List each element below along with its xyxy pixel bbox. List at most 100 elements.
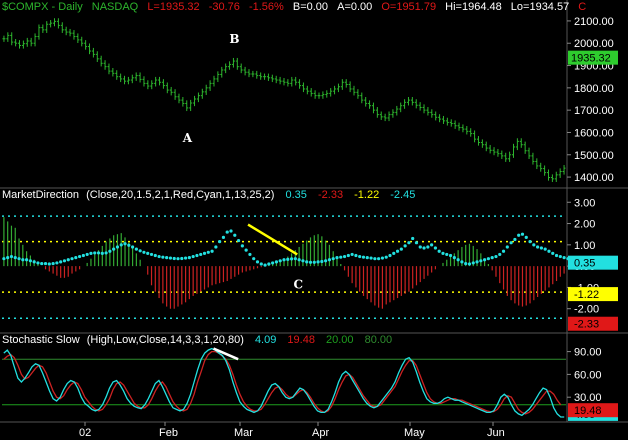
price-bar — [496, 148, 500, 157]
md-dot — [6, 256, 10, 260]
md-dot — [430, 243, 434, 247]
x-axis-label: Mar — [234, 427, 253, 439]
md-dot — [418, 245, 422, 249]
md-dot — [554, 253, 559, 258]
md-params: (Close,20,1.5,2,1,Red,Cyan,1,13,25,2) — [86, 189, 275, 201]
md-dot — [89, 251, 93, 255]
md-dot — [127, 243, 131, 247]
md-dot — [467, 262, 472, 266]
price-bar — [558, 168, 562, 178]
price-bar — [21, 40, 25, 49]
md-dot — [183, 256, 188, 260]
price-bar — [88, 43, 92, 55]
price-bar — [270, 74, 274, 83]
price-bar — [204, 84, 208, 95]
annotation-c: C — [293, 277, 303, 291]
md-dot — [77, 254, 82, 259]
md-dot — [369, 256, 373, 260]
md-dot — [263, 263, 267, 267]
price-bar — [266, 73, 270, 81]
md-dot — [551, 251, 555, 255]
price-bar — [539, 162, 543, 172]
price-bar — [158, 76, 162, 86]
price-bar — [80, 36, 84, 47]
md-dot — [252, 257, 256, 261]
md-dot — [142, 250, 146, 254]
price-bar — [504, 152, 508, 162]
md-dot — [414, 241, 419, 245]
md-dot — [490, 256, 494, 260]
md-dot — [248, 252, 252, 257]
md-dot — [464, 261, 468, 266]
x-axis-label: Apr — [312, 427, 329, 439]
md-dot — [407, 241, 411, 245]
market-direction-header: MarketDirection (Close,20,1.5,2,1,Red,Cy… — [2, 189, 415, 201]
price-bar — [325, 90, 329, 98]
md-dot — [331, 257, 335, 261]
md-dot — [486, 257, 491, 261]
price-bar — [329, 88, 333, 97]
md-dot — [36, 261, 40, 265]
price-bar — [231, 57, 235, 68]
price-bar — [399, 102, 403, 113]
md-dot — [312, 260, 316, 264]
price-bar — [414, 99, 418, 109]
stochastic-header: Stochastic Slow (High,Low,Close,14,3,3,1… — [2, 334, 392, 346]
md-axis-label: 3.00 — [574, 197, 595, 209]
md-dot — [437, 249, 441, 253]
stoch-overbought-value: 80.00 — [364, 334, 393, 346]
md-dot — [40, 261, 44, 266]
chart-canvas[interactable]: AB C 2100.002000.001900.001800.001700.00… — [0, 0, 628, 440]
md-dot — [267, 262, 271, 266]
md-title: MarketDirection — [2, 189, 80, 201]
price-bar — [49, 20, 53, 28]
price-bar — [193, 95, 197, 107]
price-bar — [130, 74, 134, 84]
price-bar — [461, 124, 465, 133]
md-dot — [456, 258, 460, 262]
price-bar — [290, 76, 294, 87]
price-bar — [247, 69, 251, 78]
price-bar — [554, 171, 558, 182]
md-dot — [411, 236, 415, 241]
price-bar — [469, 128, 473, 137]
price-bar — [76, 33, 80, 44]
md-dot — [187, 256, 191, 260]
md-dot — [13, 256, 17, 260]
md-dot — [365, 256, 369, 260]
md-dot — [528, 240, 532, 244]
md-dot — [108, 249, 112, 253]
price-bar — [368, 100, 372, 109]
price-bar — [111, 67, 115, 77]
price-bar — [531, 152, 535, 165]
price-bar — [352, 85, 356, 96]
price-bar — [224, 63, 228, 74]
md-dot — [342, 254, 347, 259]
x-axis-label: Feb — [159, 427, 178, 439]
md-dot — [100, 251, 104, 255]
price-bar — [383, 113, 387, 122]
md-dot — [543, 247, 547, 251]
md-dot — [460, 260, 464, 264]
md-dot — [308, 260, 313, 264]
md-dot — [339, 255, 343, 259]
md-dot — [399, 247, 403, 251]
bid-label: B=0.00 — [292, 1, 329, 13]
x-axis-label: May — [404, 427, 425, 439]
md-dot — [104, 251, 108, 255]
price-axis-label: 1400.00 — [574, 172, 614, 184]
md-dot — [471, 261, 475, 265]
md-dot — [134, 247, 138, 251]
price-bar — [45, 21, 49, 33]
md-dot — [327, 258, 332, 262]
md-dot — [388, 253, 392, 258]
stoch-axis-label: 90.00 — [574, 347, 602, 359]
price-series: AB — [2, 18, 566, 182]
md-dot — [433, 246, 438, 250]
price-bar — [142, 76, 146, 87]
md-dot — [153, 253, 157, 258]
stoch-k-value: 4.09 — [254, 334, 277, 346]
price-bar — [200, 88, 204, 99]
price-bar — [488, 144, 492, 154]
price-bar — [500, 150, 504, 160]
